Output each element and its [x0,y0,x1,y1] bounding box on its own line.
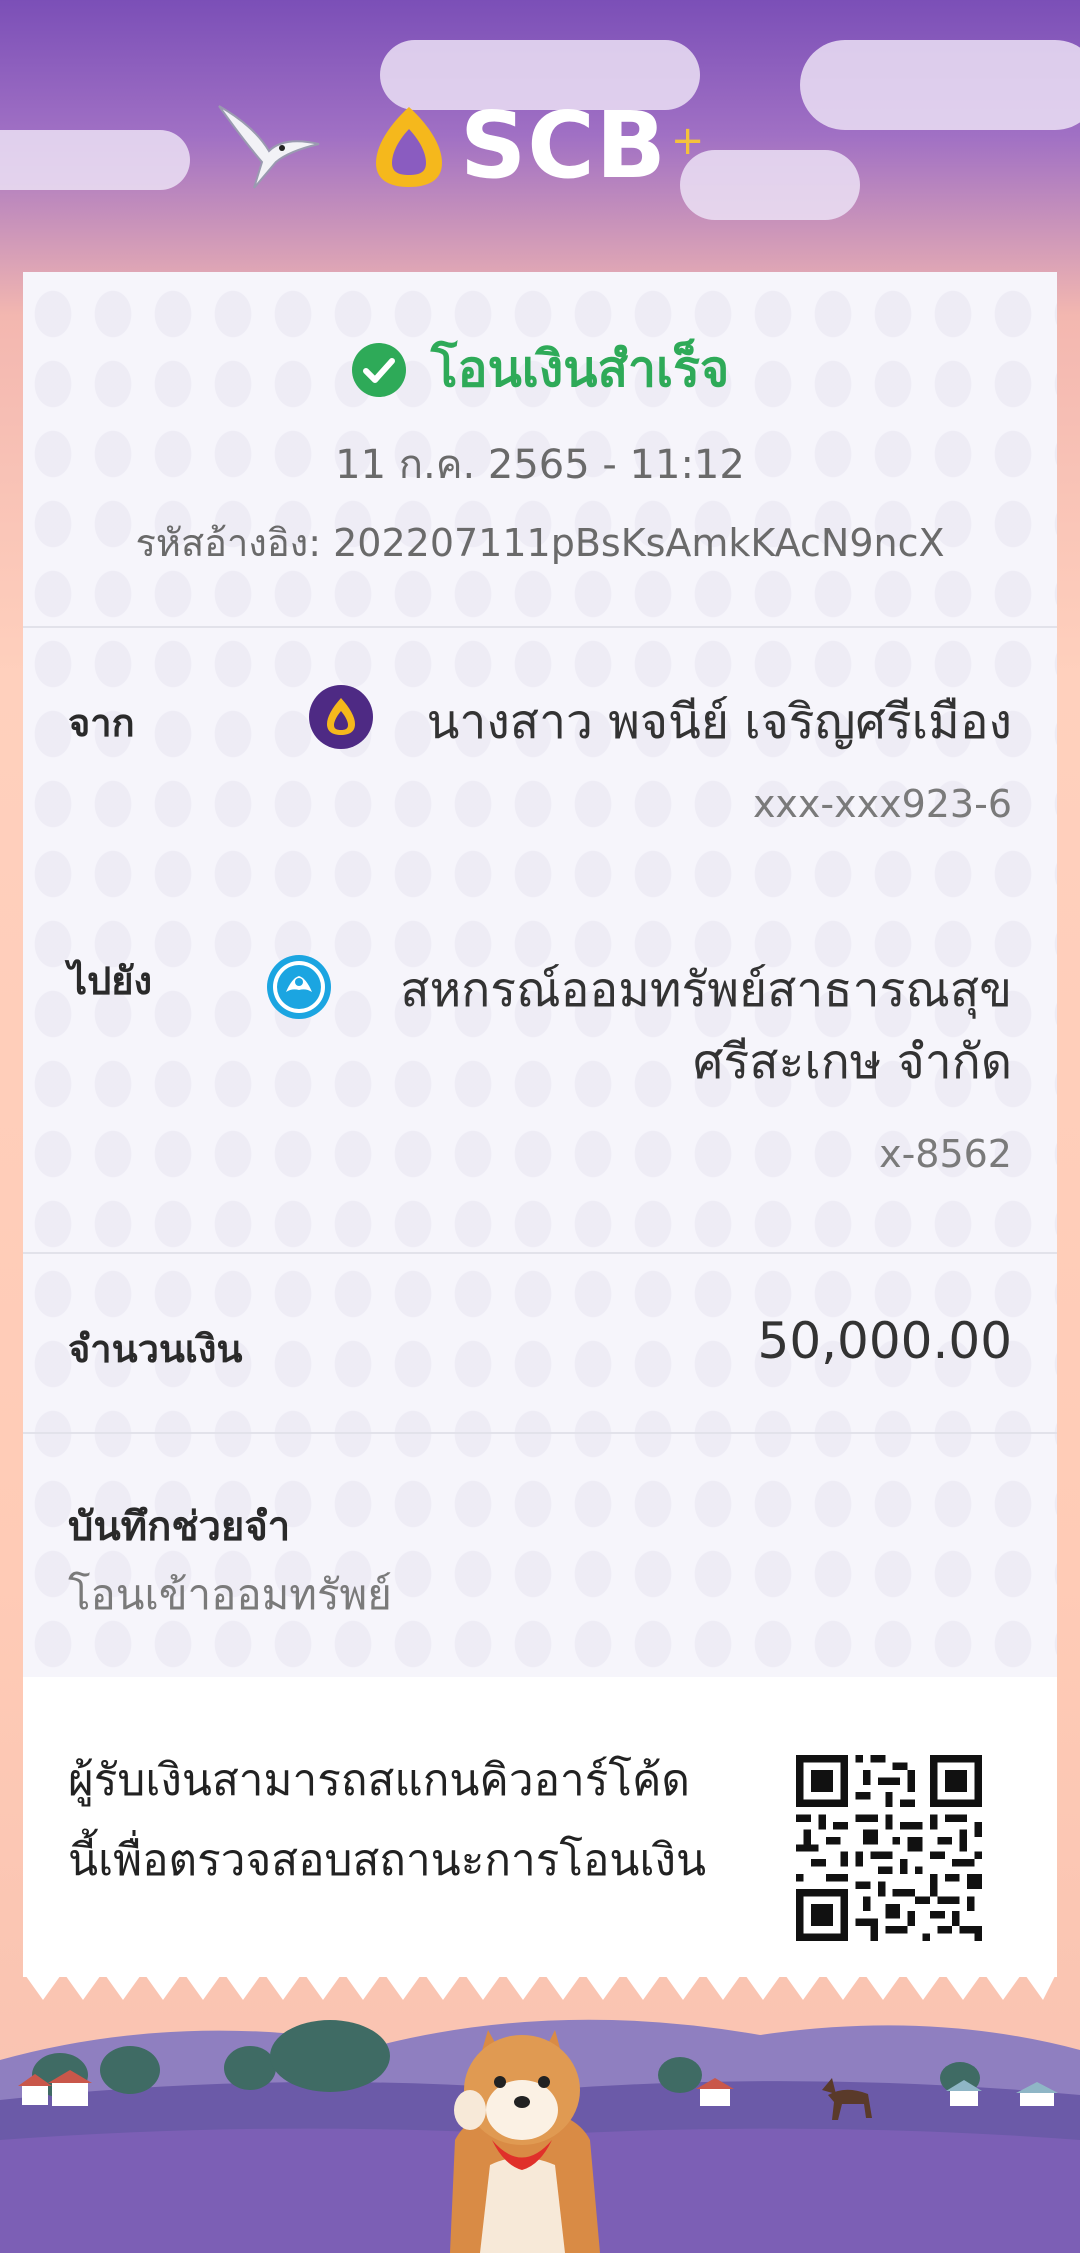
recipient-name-line1: สหกรณ์ออมทรัพย์สาธารณสุข [400,962,1012,1018]
divider [23,626,1057,628]
amount-label: จำนวนเงิน [68,1327,243,1371]
memo-label: บันทึกช่วยจำ [68,1504,291,1550]
landscape-illustration [0,2019,1080,2253]
qr-note-line2: นี้เพื่อตรวจสอบสถานะการโอนเงิน [68,1835,707,1886]
cloud-decoration [800,40,1080,130]
to-label: ไปยัง [68,959,153,1003]
brand-plus: + [670,117,705,164]
divider [23,1252,1057,1254]
from-label: จาก [68,701,135,745]
amount-value: 50,000.00 [757,1312,1012,1370]
divider [23,1432,1057,1434]
krungthai-bank-icon [267,955,331,1019]
sender-name: นางสาว พจนีย์ เจริญศรีเมือง [426,694,1012,750]
brand-name: SCB [460,92,667,199]
qr-note-line1: ผู้รับเงินสามารถสแกนคิวอาร์โค้ด [68,1755,690,1806]
qr-code[interactable] [796,1755,982,1941]
transfer-receipt: โอนเงินสำเร็จ 11 ก.ค. 2565 - 11:12 รหัสอ… [23,272,1057,2002]
bird-icon [218,105,320,189]
scb-bank-icon [309,685,373,749]
reference-code: รหัสอ้างอิง: 202207111pBsKsAmkKAcN9ncX [135,521,945,565]
header-banner: SCB + [0,0,1080,272]
recipient-name-line2: ศรีสะเกษ จำกัด [692,1034,1012,1090]
scb-logo: SCB + [366,92,704,199]
transfer-datetime: 11 ก.ค. 2565 - 11:12 [335,442,745,488]
check-circle-icon [351,342,406,397]
status-row: โอนเงินสำเร็จ [23,330,1057,409]
status-text: โอนเงินสำเร็จ [430,340,730,398]
scb-logo-icon [376,106,442,187]
cloud-decoration [680,150,860,220]
recipient-account: x-8562 [879,1132,1012,1176]
receipt-card: โอนเงินสำเร็จ 11 ก.ค. 2565 - 11:12 รหัสอ… [23,272,1057,1677]
sender-account: xxx-xxx923-6 [752,782,1012,826]
cloud-decoration [0,130,190,190]
memo-value: โอนเข้าออมทรัพย์ [68,1570,392,1619]
